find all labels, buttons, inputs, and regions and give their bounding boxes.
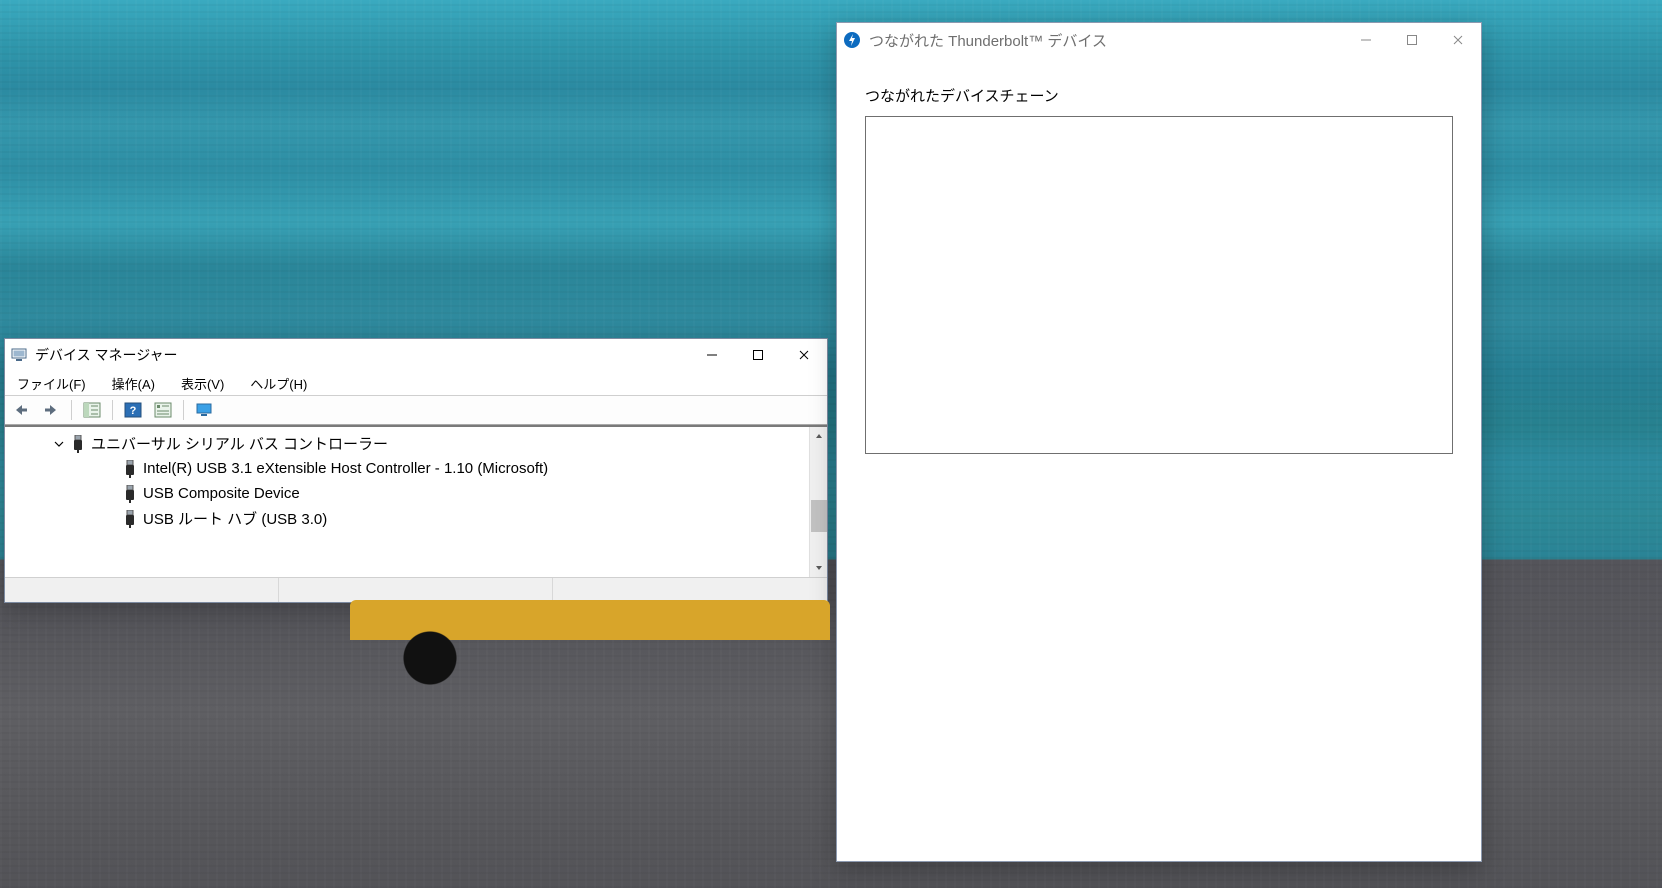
maximize-button[interactable] [735,339,781,371]
device-manager-title: デバイス マネージャー [35,345,178,365]
device-chain-list[interactable] [865,116,1453,454]
desktop: デバイス マネージャー ファイル(F) 操作(A) 表示(V) ヘルプ(H) [0,0,1662,888]
statusbar [5,577,827,602]
usb-icon [71,435,85,453]
show-hide-tree-button[interactable] [80,398,104,422]
scroll-down-arrow-icon[interactable] [810,559,827,577]
tree-item-label: USB Composite Device [143,485,300,502]
status-cell [5,578,279,602]
menu-help[interactable]: ヘルプ(H) [246,372,311,395]
close-button[interactable] [1435,23,1481,57]
tree-item-label: Intel(R) USB 3.1 eXtensible Host Control… [143,460,548,477]
scroll-up-arrow-icon[interactable] [810,427,827,445]
monitor-icon-button[interactable] [192,398,216,422]
close-button[interactable] [781,339,827,371]
thunderbolt-titlebar[interactable]: つながれた Thunderbolt™ デバイス [837,23,1481,57]
nav-forward-button[interactable] [39,398,63,422]
thunderbolt-icon [843,31,861,49]
device-manager-titlebar[interactable]: デバイス マネージャー [5,339,827,371]
tree-category-usb-controllers[interactable]: ユニバーサル シリアル バス コントローラー [13,431,827,456]
nav-back-button[interactable] [9,398,33,422]
thunderbolt-content: つながれたデバイスチェーン [837,57,1481,482]
usb-icon [123,510,137,528]
tree-item[interactable]: USB ルート ハブ (USB 3.0) [13,506,827,531]
minimize-button[interactable] [689,339,735,371]
menu-view[interactable]: 表示(V) [177,372,228,395]
thunderbolt-window: つながれた Thunderbolt™ デバイス つながれたデバイスチェーン [836,22,1482,862]
properties-button[interactable] [151,398,175,422]
usb-icon [123,485,137,503]
tree-item-label: USB ルート ハブ (USB 3.0) [143,508,327,529]
scroll-thumb[interactable] [811,500,827,532]
thunderbolt-heading: つながれたデバイスチェーン [865,85,1453,106]
window-controls [689,339,827,371]
menu-action[interactable]: 操作(A) [108,372,159,395]
status-cell [279,578,553,602]
tree-item[interactable]: Intel(R) USB 3.1 eXtensible Host Control… [13,456,827,481]
svg-text:?: ? [130,405,137,417]
maximize-button[interactable] [1389,23,1435,57]
device-tree: ユニバーサル シリアル バス コントローラー Intel(R) USB 3.1 … [5,427,827,535]
device-manager-window: デバイス マネージャー ファイル(F) 操作(A) 表示(V) ヘルプ(H) [4,338,828,603]
window-controls [1343,23,1481,57]
menu-file[interactable]: ファイル(F) [13,372,90,395]
device-manager-app-icon [11,347,27,363]
menubar: ファイル(F) 操作(A) 表示(V) ヘルプ(H) [5,371,827,395]
tree-category-label: ユニバーサル シリアル バス コントローラー [91,433,388,454]
toolbar: ? [5,395,827,425]
status-cell [553,578,827,602]
vertical-scrollbar[interactable] [809,427,827,577]
thunderbolt-title: つながれた Thunderbolt™ デバイス [869,30,1107,51]
tree-item[interactable]: USB Composite Device [13,481,827,506]
help-button[interactable]: ? [121,398,145,422]
minimize-button[interactable] [1343,23,1389,57]
usb-icon [123,460,137,478]
device-tree-panel: ユニバーサル シリアル バス コントローラー Intel(R) USB 3.1 … [5,425,827,577]
chevron-down-icon[interactable] [53,438,65,450]
